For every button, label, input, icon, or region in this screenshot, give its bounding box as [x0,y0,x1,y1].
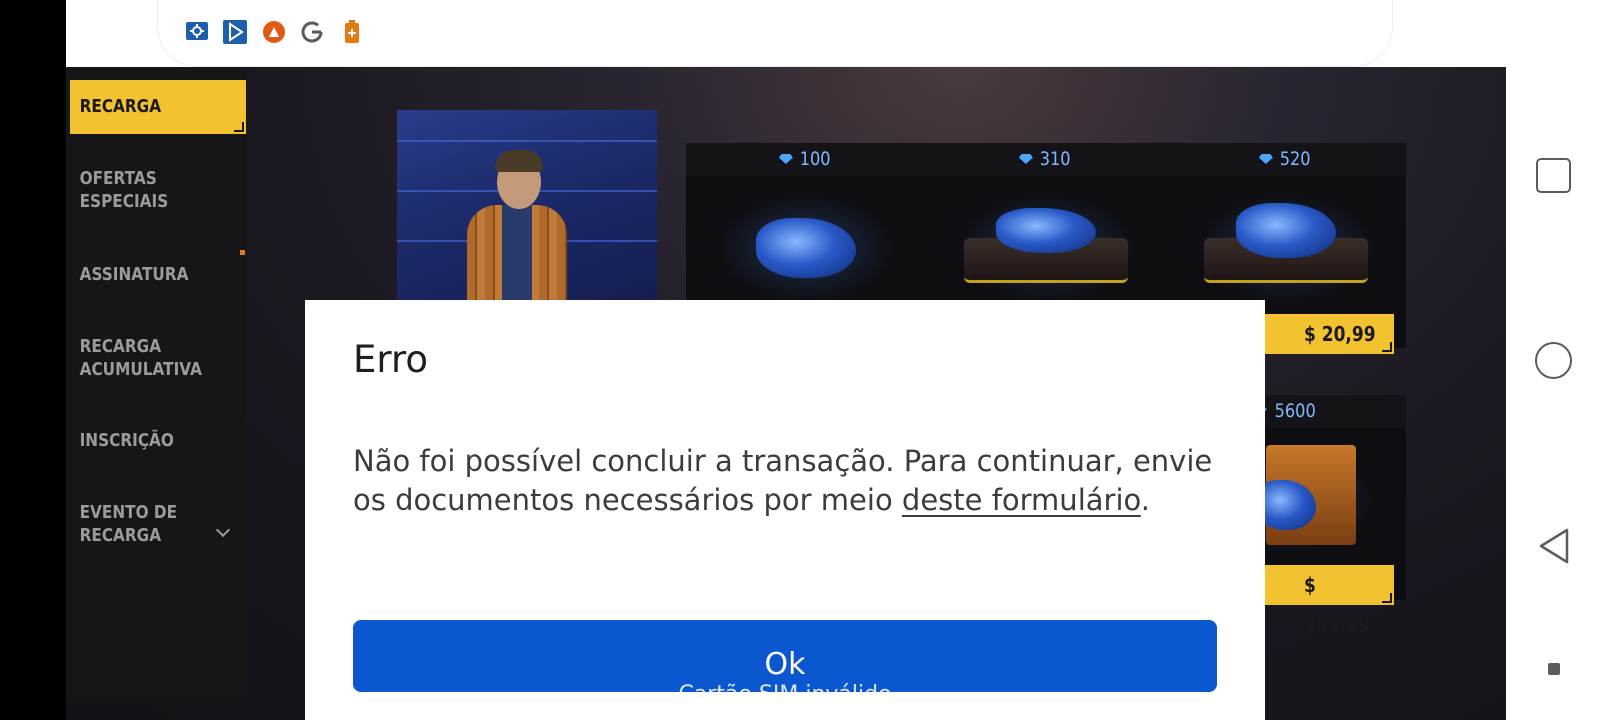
system-navigation-bar [1506,0,1600,720]
character-promo-card[interactable] [397,110,657,310]
error-dialog: Erro Não foi possível concluir a transaç… [305,300,1265,720]
diamond-icon [778,154,793,164]
notification-dot [240,250,245,255]
sidebar-item-recarga-acumulativa[interactable]: RECARGA ACUMULATIVA [66,335,211,381]
sidebar-item-inscricao[interactable]: INSCRIÇÃO [66,429,219,452]
diamond-cluster [756,218,856,278]
character-shirt [502,205,532,310]
settings-notification-icon [186,22,208,40]
diamond-icon [1018,154,1033,164]
character-hair [495,150,543,172]
pack-amount: 310 [1039,148,1071,170]
dialog-message: Não foi possível concluir a transação. P… [353,442,1223,520]
ok-button[interactable]: Ok Cartão SIM inválido [353,620,1217,692]
back-button[interactable] [1538,527,1570,565]
pack-amount: 520 [1279,148,1311,170]
sidebar-item-recarga[interactable]: RECARGA [66,95,219,118]
ok-label: Ok [764,646,806,682]
dialog-message-end: . [1140,483,1150,517]
diamond-cluster [996,208,1096,253]
diamond-art [716,193,896,303]
fire-app-icon [263,21,285,43]
diamond-icon [1258,154,1273,164]
pack-amount: 5600 [1274,400,1316,422]
nav-handle-dot [1548,663,1560,675]
pack-amount-header: 100 [686,143,926,176]
form-link[interactable]: deste formulário [902,483,1141,517]
google-icon [301,21,323,43]
status-bar [66,0,1506,67]
pack-amount-header: 310 [926,143,1166,176]
shelf-line [397,140,657,142]
dialog-title: Erro [353,338,428,381]
ok-sublabel: Cartão SIM inválido [353,682,1217,692]
chevron-down-icon[interactable] [215,522,231,538]
pack-amount-header: 520 [1166,143,1406,176]
sidebar-item-ofertas-especiais[interactable]: OFERTAS ESPECIAIS [66,167,185,213]
diamond-cluster [1256,480,1316,530]
store-sidebar: RECARGA OFERTAS ESPECIAIS ASSINATURA REC… [66,67,246,699]
sidebar-item-evento-de-recarga[interactable]: EVENTO DE RECARGA [66,501,185,547]
price-label: $ 209,99 [1304,573,1370,637]
diamond-case-art [956,193,1136,303]
recents-button[interactable] [1536,158,1571,193]
price-label: $ 20,99 [1304,322,1376,346]
pack-amount: 100 [799,148,831,170]
diamond-case-art [1196,193,1376,303]
home-button[interactable] [1535,342,1572,379]
diamond-cluster [1236,203,1336,258]
battery-icon [345,20,359,43]
sidebar-item-assinatura[interactable]: ASSINATURA [66,263,219,286]
play-store-icon [223,20,247,44]
